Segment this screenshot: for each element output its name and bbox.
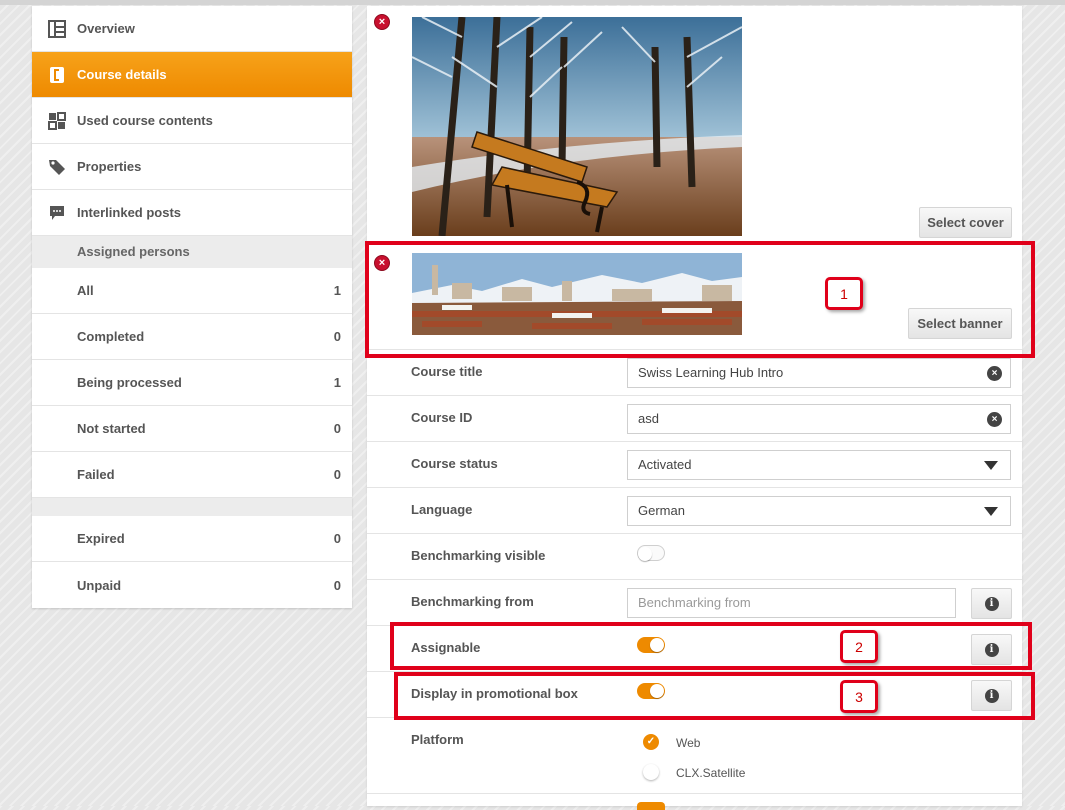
platform-label: Platform xyxy=(411,732,464,747)
callout-1: 1 xyxy=(825,277,863,310)
course-id-row: Course ID asd × xyxy=(367,395,1022,441)
nav-label: Overview xyxy=(77,21,135,36)
count-value: 0 xyxy=(333,577,341,593)
highlight-box-assignable xyxy=(390,622,1032,670)
platform-web-radio[interactable]: ✓ xyxy=(643,734,659,750)
benchmarking-from-row: Benchmarking from Benchmarking from i xyxy=(367,579,1022,625)
clear-icon[interactable]: × xyxy=(987,412,1002,427)
benchmarking-from-input[interactable]: Benchmarking from xyxy=(627,588,956,618)
count-row-failed[interactable]: Failed 0 xyxy=(32,452,352,498)
course-id-label: Course ID xyxy=(411,410,473,425)
course-title-label: Course title xyxy=(411,364,483,379)
course-status-label: Course status xyxy=(411,456,498,471)
count-label: Being processed xyxy=(77,375,182,390)
count-label: Completed xyxy=(77,329,145,344)
nav-label: Interlinked posts xyxy=(77,205,182,220)
puzzle-icon xyxy=(47,111,67,131)
language-label: Language xyxy=(411,502,473,517)
nav-label: Used course contents xyxy=(77,113,213,128)
clear-icon[interactable]: × xyxy=(987,366,1002,381)
count-label: Expired xyxy=(77,531,125,546)
count-value: 1 xyxy=(333,375,341,390)
nav-label: Course details xyxy=(77,67,167,82)
platform-satellite-radio[interactable] xyxy=(643,764,659,780)
benchmarking-info-button[interactable]: i xyxy=(971,588,1012,619)
top-border xyxy=(0,0,1065,5)
language-row: Language German xyxy=(367,487,1022,533)
count-value: 0 xyxy=(333,329,341,344)
language-select[interactable]: German xyxy=(627,496,1011,526)
course-status-value: Activated xyxy=(638,457,692,472)
document-icon xyxy=(47,65,67,85)
nav-used-course-contents[interactable]: Used course contents xyxy=(32,98,352,144)
highlight-box-banner xyxy=(365,241,1035,358)
count-row-completed[interactable]: Completed 0 xyxy=(32,314,352,360)
count-row-all[interactable]: All 1 xyxy=(32,268,352,314)
info-icon: i xyxy=(984,596,999,611)
cover-image xyxy=(412,17,742,236)
count-value: 0 xyxy=(333,467,341,482)
group-divider xyxy=(32,498,352,516)
course-title-field[interactable]: Swiss Learning Hub Intro × xyxy=(627,358,1011,388)
benchmarking-from-label: Benchmarking from xyxy=(411,594,534,609)
highlight-box-promo xyxy=(394,672,1035,720)
count-value: 0 xyxy=(333,531,341,546)
caret-down-icon xyxy=(984,461,998,470)
tag-icon xyxy=(47,157,67,177)
course-id-field[interactable]: asd × xyxy=(627,404,1011,434)
count-row-expired[interactable]: Expired 0 xyxy=(32,516,352,562)
count-label: Not started xyxy=(77,421,146,436)
count-row-being-processed[interactable]: Being processed 1 xyxy=(32,360,352,406)
platform-satellite-label: CLX.Satellite xyxy=(676,766,746,780)
callout-3: 3 xyxy=(840,680,878,713)
course-status-select[interactable]: Activated xyxy=(627,450,1011,480)
count-label: Unpaid xyxy=(77,577,122,593)
assigned-persons-header: Assigned persons xyxy=(32,236,352,268)
partial-toggle[interactable] xyxy=(637,802,665,810)
platform-row: Platform ✓ Web CLX.Satellite xyxy=(367,717,1022,793)
count-value: 1 xyxy=(333,283,341,298)
course-status-row: Course status Activated xyxy=(367,441,1022,487)
course-id-value: asd xyxy=(638,411,659,426)
nav-interlinked-posts[interactable]: Interlinked posts xyxy=(32,190,352,236)
benchmarking-visible-toggle[interactable] xyxy=(637,545,665,561)
benchmarking-visible-row: Benchmarking visible xyxy=(367,533,1022,579)
callout-2: 2 xyxy=(840,630,878,663)
count-row-not-started[interactable]: Not started 0 xyxy=(32,406,352,452)
platform-web-label: Web xyxy=(676,736,701,750)
select-cover-button[interactable]: Select cover xyxy=(919,207,1012,238)
chat-icon xyxy=(47,203,67,223)
language-value: German xyxy=(638,503,685,518)
count-row-unpaid[interactable]: Unpaid 0 xyxy=(32,562,352,608)
count-label: All xyxy=(77,283,94,298)
grid-icon xyxy=(47,19,67,39)
count-value: 0 xyxy=(333,421,341,436)
benchmarking-visible-label: Benchmarking visible xyxy=(411,548,546,563)
next-row xyxy=(367,793,1022,810)
caret-down-icon xyxy=(984,507,998,516)
nav-course-details[interactable]: Course details xyxy=(32,52,352,98)
benchmarking-from-placeholder: Benchmarking from xyxy=(638,595,751,610)
count-label: Failed xyxy=(77,467,115,482)
remove-cover-icon[interactable]: × xyxy=(374,14,390,30)
toggle-knob xyxy=(638,547,652,561)
course-title-value: Swiss Learning Hub Intro xyxy=(638,365,784,380)
sidebar: Overview Course details Used course cont… xyxy=(32,6,352,608)
nav-properties[interactable]: Properties xyxy=(32,144,352,190)
nav-overview[interactable]: Overview xyxy=(32,6,352,52)
nav-label: Properties xyxy=(77,159,142,174)
